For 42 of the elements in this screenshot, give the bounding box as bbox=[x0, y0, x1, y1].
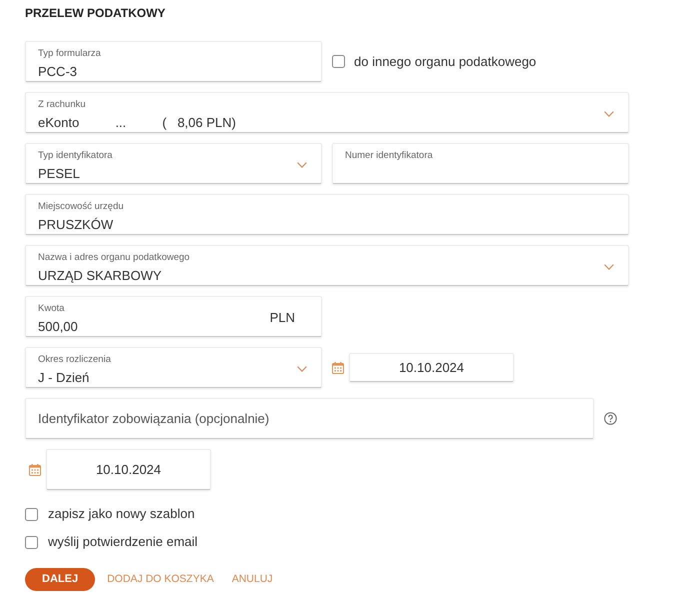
field-label: Typ formularza bbox=[38, 48, 102, 60]
help-icon[interactable] bbox=[604, 412, 617, 425]
text-field[interactable]: Numer identyfikatora bbox=[332, 143, 629, 184]
text-field[interactable]: Identyfikator zobowiązania (opcjonalnie) bbox=[25, 398, 594, 439]
dropdown[interactable]: Nazwa i adres organu podatkowego URZĄD SKARBOWY bbox=[25, 245, 629, 286]
field-value: eKonto ... ( 8,06 PLN) bbox=[38, 114, 237, 132]
field-value: PRUSZKÓW bbox=[38, 216, 114, 234]
calendar-icon[interactable] bbox=[332, 362, 344, 374]
dropdown[interactable]: Typ identyfikatora PESEL bbox=[25, 143, 322, 184]
chevron-down-icon[interactable] bbox=[297, 366, 307, 372]
chevron-down-icon[interactable] bbox=[604, 264, 614, 270]
next-button[interactable]: DALEJ bbox=[25, 568, 96, 591]
field-label: Typ identyfikatora bbox=[38, 150, 114, 162]
date-field[interactable]: 10.10.2024 bbox=[46, 449, 211, 490]
field-label: Numer identyfikatora bbox=[345, 150, 434, 162]
dropdown[interactable]: Okres rozliczenia J - Dzień bbox=[25, 347, 322, 388]
field-value: PCC-3 bbox=[38, 63, 78, 81]
field-value: PESEL bbox=[38, 165, 81, 183]
field-value: URZĄD SKARBOWY bbox=[38, 267, 163, 285]
amount-field[interactable]: Kwota 500,00 PLN bbox=[25, 296, 322, 337]
currency-label: PLN bbox=[270, 308, 295, 327]
field-value: J - Dzień bbox=[38, 369, 90, 387]
text-field[interactable]: Miejscowość urzędu PRUSZKÓW bbox=[25, 194, 629, 235]
field-value: 500,00 bbox=[38, 318, 79, 336]
chevron-down-icon[interactable] bbox=[297, 162, 307, 168]
field-label: Kwota bbox=[38, 303, 66, 315]
field-label: Okres rozliczenia bbox=[38, 354, 112, 366]
checkbox[interactable] bbox=[25, 536, 38, 548]
field-label: Nazwa i adres organu podatkowego bbox=[38, 252, 191, 264]
checkbox[interactable] bbox=[332, 55, 345, 68]
checkbox-label[interactable]: zapisz jako nowy szablon bbox=[48, 504, 195, 524]
checkbox-label[interactable]: wyślij potwierdzenie email bbox=[48, 532, 198, 552]
text-field[interactable]: Typ formularza PCC-3 bbox=[25, 41, 322, 82]
dropdown[interactable]: Z rachunku eKonto ... ( 8,06 PLN) bbox=[25, 92, 629, 133]
date-field[interactable]: 10.10.2024 bbox=[349, 353, 514, 382]
page-title: PRZELEW PODATKOWY bbox=[25, 6, 166, 20]
field-label: Z rachunku bbox=[38, 99, 87, 111]
chevron-down-icon[interactable] bbox=[604, 110, 614, 116]
field-label: Miejscowość urzędu bbox=[38, 201, 125, 213]
calendar-icon[interactable] bbox=[29, 464, 41, 476]
checkbox-label[interactable]: do innego organu podatkowego bbox=[354, 52, 536, 72]
checkbox[interactable] bbox=[25, 508, 38, 520]
